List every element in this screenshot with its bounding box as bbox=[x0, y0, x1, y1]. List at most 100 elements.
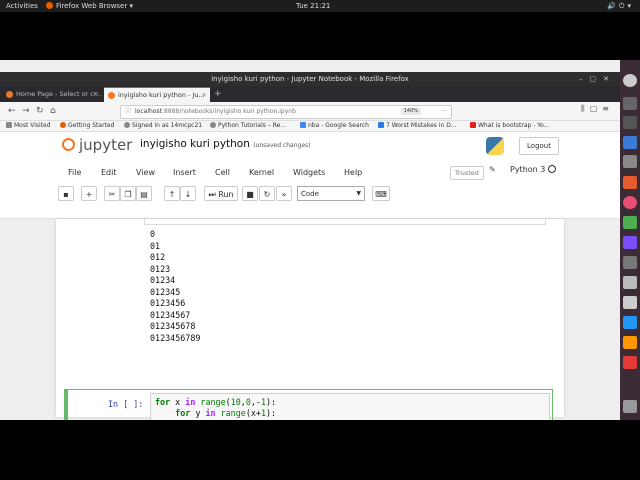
interrupt-button[interactable]: ■ bbox=[242, 186, 258, 201]
menu-edit[interactable]: Edit bbox=[101, 164, 117, 182]
pencil-icon[interactable]: ✎ bbox=[489, 165, 496, 174]
bookmark-item[interactable]: Most Visited bbox=[6, 121, 51, 131]
jupyter-logo[interactable]: jupyter bbox=[62, 136, 132, 154]
back-icon[interactable]: ← bbox=[8, 104, 16, 118]
home-icon[interactable]: ⌂ bbox=[50, 104, 56, 118]
article-icon bbox=[378, 122, 384, 128]
input-prompt: In [ ]: bbox=[108, 399, 144, 409]
tab-label: Home Page - Select or cr... bbox=[16, 90, 102, 98]
app-icon[interactable] bbox=[623, 256, 637, 269]
menu-view[interactable]: View bbox=[136, 164, 155, 182]
move-up-button[interactable]: ↑ bbox=[164, 186, 180, 201]
activities-button[interactable]: Activities bbox=[6, 0, 38, 12]
app-icon[interactable] bbox=[623, 336, 637, 349]
ubuntu-dock bbox=[620, 60, 640, 420]
clock[interactable]: Tue 21:21 bbox=[296, 0, 330, 12]
bookmark-item[interactable]: Signed in as 14mcpc21 bbox=[124, 121, 202, 131]
vscode-icon[interactable] bbox=[623, 136, 637, 149]
kernel-indicator[interactable]: Python 3 bbox=[510, 165, 557, 174]
bookmark-item[interactable]: What is bootstrap - Yo... bbox=[470, 121, 549, 131]
copy-icon: ❐ bbox=[124, 190, 132, 199]
tab-home-page[interactable]: Home Page - Select or cr... ✕ bbox=[2, 87, 102, 102]
window-controls[interactable]: –▢✕ bbox=[579, 72, 616, 86]
tab-notebook[interactable]: inyigisho kuri python - Ju... ✕ bbox=[104, 87, 210, 102]
bookmark-item[interactable]: nba - Google Search bbox=[300, 121, 369, 131]
command-palette-button[interactable]: ⌨ bbox=[372, 186, 390, 201]
notebook-area: 0 01 012 0123 01234 012345 0123456 01234… bbox=[0, 219, 620, 420]
run-label: Run bbox=[218, 190, 234, 199]
url-text: localhost:8888/notebooks/inyigisho kuri … bbox=[135, 106, 296, 118]
menu-insert[interactable]: Insert bbox=[173, 164, 196, 182]
previous-cell-edge bbox=[144, 219, 546, 225]
copy-button[interactable]: ❐ bbox=[120, 186, 136, 201]
move-down-button[interactable]: ↓ bbox=[180, 186, 196, 201]
notebook-name: inyigisho kuri python bbox=[140, 138, 250, 150]
cell-type-select[interactable]: Code ▼ bbox=[297, 186, 365, 201]
notebook-title[interactable]: inyigisho kuri python (unsaved changes) bbox=[140, 138, 311, 150]
fast-forward-icon: » bbox=[281, 190, 287, 199]
code-cell[interactable]: In [ ]: for x in range(10,0,-1): for y i… bbox=[64, 389, 553, 420]
bookmark-item[interactable]: Python Tutorials – Re... bbox=[210, 121, 286, 131]
reload-icon[interactable]: ↻ bbox=[36, 104, 44, 118]
menu-help[interactable]: Help bbox=[344, 164, 362, 182]
chrome-icon[interactable] bbox=[623, 74, 637, 87]
page-actions-icon[interactable]: ··· bbox=[441, 106, 447, 118]
tab-label: inyigisho kuri python - Ju... bbox=[118, 91, 205, 99]
menu-widgets[interactable]: Widgets bbox=[293, 164, 325, 182]
zoom-level[interactable]: 140% bbox=[400, 108, 421, 115]
jupyter-header: jupyter inyigisho kuri python (unsaved c… bbox=[0, 132, 620, 219]
firefox-icon[interactable] bbox=[623, 196, 637, 209]
run-button[interactable]: ⏭ Run bbox=[204, 186, 238, 201]
site-info-icon[interactable]: ⓘ bbox=[125, 106, 131, 118]
bookmark-label: Getting Started bbox=[68, 122, 115, 129]
cut-button[interactable]: ✂ bbox=[104, 186, 120, 201]
close-tab-icon[interactable]: ✕ bbox=[94, 87, 99, 102]
menu-cell[interactable]: Cell bbox=[215, 164, 230, 182]
notebook-container: 0 01 012 0123 01234 012345 0123456 01234… bbox=[56, 219, 564, 420]
screen-frame: inyigisho kuri python - Jupyter Notebook… bbox=[0, 60, 640, 420]
tab-bar: Home Page - Select or cr... ✕ inyigisho … bbox=[0, 86, 620, 102]
app-icon[interactable] bbox=[623, 356, 637, 369]
arrow-down-icon: ↓ bbox=[184, 190, 192, 199]
bookmark-item[interactable]: Getting Started bbox=[60, 121, 114, 131]
app-menu-label: Firefox Web Browser bbox=[56, 2, 128, 10]
bookmark-label: 7 Worst Mistakes in D... bbox=[386, 122, 457, 129]
url-bar[interactable]: ⓘ localhost:8888/notebooks/inyigisho kur… bbox=[120, 105, 452, 119]
window-title: inyigisho kuri python - Jupyter Notebook… bbox=[211, 75, 409, 83]
new-tab-button[interactable]: + bbox=[214, 87, 222, 102]
notebook-toolbar: ▪ + ✂ ❐ ▤ ↑ ↓ ⏭ Run ■ ↻ » Code ▼ ⌨ bbox=[56, 186, 564, 204]
url-path: :8888/notebooks/inyigisho kuri python.ip… bbox=[161, 108, 296, 115]
save-button[interactable]: ▪ bbox=[58, 186, 74, 201]
bookmark-label: Signed in as 14mcpc21 bbox=[132, 122, 203, 129]
code-editor[interactable]: for x in range(10,0,-1): for y in range(… bbox=[150, 393, 550, 420]
paste-icon: ▤ bbox=[140, 190, 148, 199]
logout-button[interactable]: Logout bbox=[519, 137, 559, 155]
restart-run-all-button[interactable]: » bbox=[276, 186, 292, 201]
system-tray[interactable]: 🔊⏻▾ bbox=[607, 0, 634, 12]
trusted-badge[interactable]: Trusted bbox=[450, 166, 484, 180]
library-icon[interactable]: ⫼▢≡ bbox=[581, 104, 614, 114]
youtube-icon bbox=[470, 122, 476, 128]
bookmark-label: nba - Google Search bbox=[308, 122, 369, 129]
software-icon[interactable] bbox=[623, 176, 637, 189]
menu-kernel[interactable]: Kernel bbox=[249, 164, 274, 182]
text-editor-icon[interactable] bbox=[623, 276, 637, 289]
restart-button[interactable]: ↻ bbox=[259, 186, 275, 201]
files-icon[interactable] bbox=[623, 155, 637, 168]
close-tab-icon[interactable]: ✕ bbox=[202, 88, 207, 102]
forward-icon[interactable]: → bbox=[22, 104, 30, 118]
settings-icon[interactable] bbox=[623, 296, 637, 309]
gear-icon bbox=[6, 122, 12, 128]
paste-button[interactable]: ▤ bbox=[136, 186, 152, 201]
insert-cell-button[interactable]: + bbox=[81, 186, 97, 201]
spreadsheet-icon[interactable] bbox=[623, 216, 637, 229]
app-icon[interactable] bbox=[623, 236, 637, 249]
show-apps-icon[interactable] bbox=[623, 400, 637, 413]
bookmark-item[interactable]: 7 Worst Mistakes in D... bbox=[378, 121, 457, 131]
terminal-icon[interactable] bbox=[623, 116, 637, 129]
app-icon[interactable] bbox=[623, 316, 637, 329]
app-menu[interactable]: Firefox Web Browser ▾ bbox=[46, 0, 133, 12]
camera-icon[interactable] bbox=[623, 97, 637, 110]
step-forward-icon: ⏭ bbox=[208, 190, 216, 199]
menu-file[interactable]: File bbox=[68, 164, 81, 182]
